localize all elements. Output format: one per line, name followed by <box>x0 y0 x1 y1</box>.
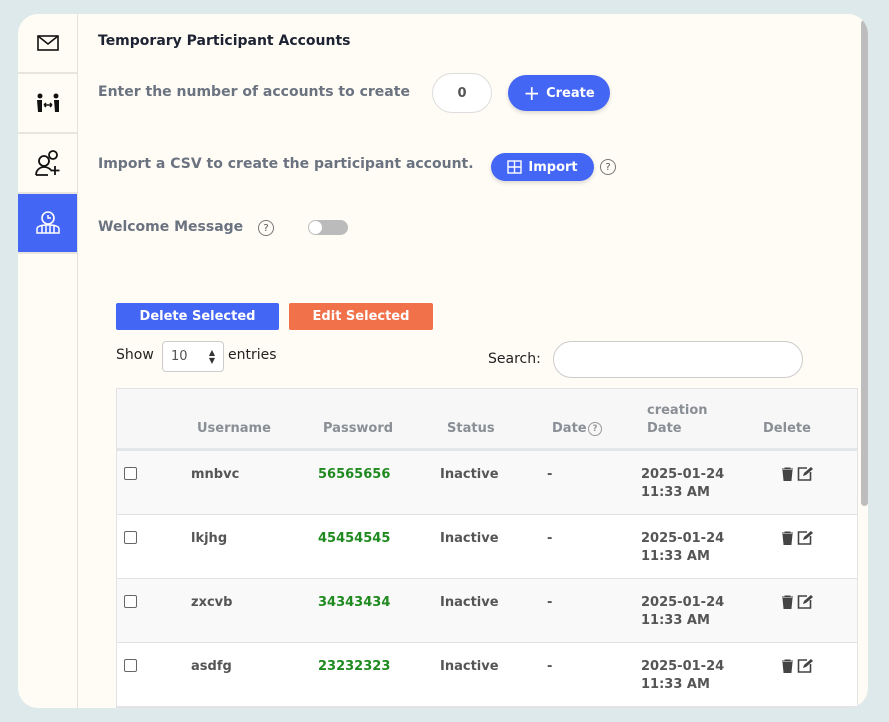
cell-password: 45454545 <box>318 531 391 546</box>
edit-icon[interactable] <box>797 594 813 613</box>
cell-created-time: 11:33 AM <box>641 485 710 500</box>
header-username[interactable]: Username <box>197 421 271 436</box>
search-label: Search: <box>488 351 541 367</box>
cell-created-date: 2025-01-24 <box>641 659 725 674</box>
cell-date: - <box>547 659 553 674</box>
header-password[interactable]: Password <box>323 421 393 436</box>
row-checkbox[interactable] <box>124 659 137 672</box>
header-creation-date[interactable]: Date <box>647 421 682 436</box>
scrollbar[interactable] <box>861 20 868 506</box>
temporary-account-icon <box>35 211 60 234</box>
row-checkbox[interactable] <box>124 595 137 608</box>
import-label: Import a CSV to create the participant a… <box>98 156 474 172</box>
cell-username: mnbvc <box>191 467 240 482</box>
table-row: asdfg 23232323 Inactive - 2025-01-24 11:… <box>117 643 857 707</box>
search-input[interactable] <box>553 341 803 378</box>
account-count-input[interactable]: 0 <box>432 73 492 113</box>
cell-username: lkjhg <box>191 531 228 546</box>
table-row: mnbvc 56565656 Inactive - 2025-01-24 11:… <box>117 451 857 515</box>
import-help-icon[interactable]: ? <box>600 159 616 175</box>
cell-status: Inactive <box>440 595 499 610</box>
edit-icon[interactable] <box>797 466 813 485</box>
cell-username: zxcvb <box>191 595 233 610</box>
cell-created-date: 2025-01-24 <box>641 467 725 482</box>
delete-selected-button[interactable]: Delete Selected <box>116 303 279 330</box>
header-date[interactable]: Date <box>552 421 587 436</box>
entries-label: entries <box>228 347 277 363</box>
participants-swap-icon <box>36 93 59 112</box>
entries-select[interactable]: 10 ▲ ▼ <box>162 341 224 372</box>
add-user-icon <box>34 150 59 176</box>
edit-selected-button[interactable]: Edit Selected <box>289 303 433 330</box>
create-label: Enter the number of accounts to create <box>98 84 410 100</box>
trash-icon[interactable] <box>781 467 794 485</box>
sidebar-item-add-user[interactable] <box>18 134 77 194</box>
header-delete: Delete <box>763 421 811 436</box>
table-row: zxcvb 34343434 Inactive - 2025-01-24 11:… <box>117 579 857 643</box>
entries-value: 10 <box>171 349 188 364</box>
cell-created-time: 11:33 AM <box>641 549 710 564</box>
row-checkbox[interactable] <box>124 531 137 544</box>
sort-arrows-icon: ▲ ▼ <box>208 347 215 365</box>
header-status[interactable]: Status <box>447 421 495 436</box>
cell-password: 23232323 <box>318 659 391 674</box>
cell-status: Inactive <box>440 467 499 482</box>
table-body: mnbvc 56565656 Inactive - 2025-01-24 11:… <box>117 451 857 707</box>
cell-password: 56565656 <box>318 467 391 482</box>
table-row: lkjhg 45454545 Inactive - 2025-01-24 11:… <box>117 515 857 579</box>
cell-date: - <box>547 531 553 546</box>
cell-username: asdfg <box>191 659 232 674</box>
edit-icon[interactable] <box>797 658 813 677</box>
create-button-label: Create <box>546 85 595 101</box>
trash-icon[interactable] <box>781 595 794 613</box>
cell-date: - <box>547 467 553 482</box>
table-header: Username Password Status Date ? creation… <box>117 389 857 451</box>
import-button-label: Import <box>528 159 578 175</box>
welcome-toggle[interactable] <box>308 220 348 235</box>
plus-icon: + <box>523 81 541 105</box>
welcome-help-icon[interactable]: ? <box>258 220 274 236</box>
edit-icon[interactable] <box>797 530 813 549</box>
cell-created-time: 11:33 AM <box>641 613 710 628</box>
header-creation: creation <box>647 403 708 418</box>
cell-password: 34343434 <box>318 595 391 610</box>
page-title: Temporary Participant Accounts <box>98 33 351 49</box>
sidebar-item-messages[interactable] <box>18 14 77 74</box>
sidebar-item-participants[interactable] <box>18 74 77 134</box>
welcome-label: Welcome Message <box>98 219 244 235</box>
trash-icon[interactable] <box>781 659 794 677</box>
table-grid-icon <box>507 160 523 174</box>
trash-icon[interactable] <box>781 531 794 549</box>
sidebar <box>18 14 78 708</box>
row-checkbox[interactable] <box>124 467 137 480</box>
cell-date: - <box>547 595 553 610</box>
cell-created-time: 11:33 AM <box>641 677 710 692</box>
main-card: Temporary Participant Accounts Enter the… <box>18 14 868 708</box>
cell-created-date: 2025-01-24 <box>641 531 725 546</box>
sidebar-item-temporary-accounts[interactable] <box>18 194 77 254</box>
cell-created-date: 2025-01-24 <box>641 595 725 610</box>
date-help-icon[interactable]: ? <box>588 422 602 436</box>
cell-status: Inactive <box>440 531 499 546</box>
mail-icon <box>36 35 59 51</box>
cell-status: Inactive <box>440 659 499 674</box>
import-button[interactable]: Import <box>491 153 594 181</box>
create-button[interactable]: + Create <box>508 75 610 111</box>
show-label: Show <box>116 347 154 363</box>
accounts-table: Username Password Status Date ? creation… <box>116 388 858 708</box>
content: Temporary Participant Accounts Enter the… <box>98 14 868 708</box>
